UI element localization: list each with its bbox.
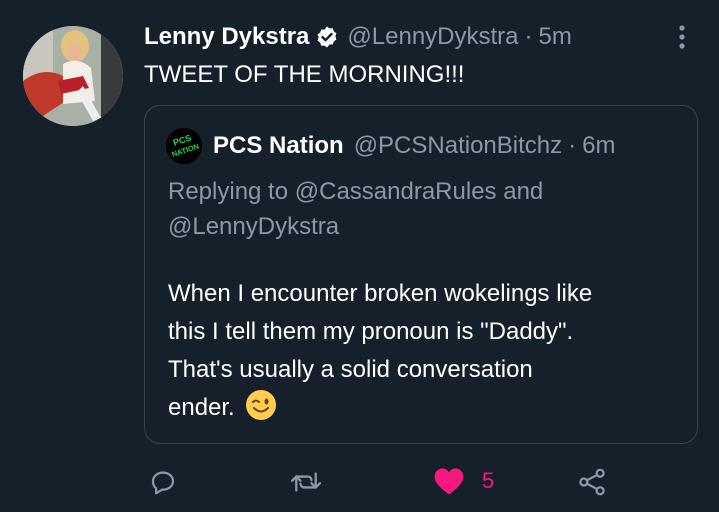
quoted-tweet-header: PCS NATION PCS Nation @PCSNationBitchz ·… [166, 128, 615, 164]
quoted-tweet-text: When I encounter broken wokelings like t… [168, 275, 688, 427]
author-avatar-image [23, 26, 123, 126]
reply-button[interactable] [148, 467, 178, 497]
replying-prefix: Replying to [168, 178, 289, 205]
quoted-author-name[interactable]: PCS Nation [213, 132, 344, 160]
like-count: 5 [482, 468, 495, 493]
tweet-header: Lenny Dykstra @LennyDykstra · 5m [144, 20, 572, 54]
quoted-text-last-line: ender. [168, 389, 688, 427]
replying-to: Replying to @CassandraRules and @LennyDy… [168, 174, 688, 244]
quoted-text-line: this I tell them my pronoun is "Daddy". [168, 318, 574, 345]
quoted-tweet-time[interactable]: 6m [582, 132, 615, 160]
replying-and: and [503, 178, 544, 205]
quoted-author-avatar: PCS NATION [166, 128, 202, 164]
tweet-time[interactable]: 5m [539, 23, 572, 51]
replying-mention-lenny[interactable]: @LennyDykstra [168, 213, 339, 240]
like-button[interactable]: 5 [433, 466, 494, 496]
author-avatar[interactable] [23, 26, 123, 126]
quoted-tweet-card[interactable]: PCS NATION PCS Nation @PCSNationBitchz ·… [144, 105, 698, 444]
quoted-text-line: When I encounter broken wokelings like [168, 280, 593, 307]
separator-dot: · [524, 23, 533, 50]
quoted-avatar-logo: PCS NATION [166, 128, 202, 164]
heart-icon [434, 468, 464, 495]
quoted-text-line: That's usually a solid conversation [168, 356, 533, 383]
share-icon [579, 468, 605, 496]
retweet-icon [290, 472, 322, 492]
quoted-text-line: ender. [168, 394, 235, 421]
replying-mention-cassandra[interactable]: @CassandraRules [295, 178, 497, 205]
author-handle[interactable]: @LennyDykstra [347, 23, 518, 51]
tweet-actions: 5 [0, 463, 719, 503]
verified-badge-icon [318, 26, 337, 48]
author-name[interactable]: Lenny Dykstra [144, 23, 309, 51]
tweet-text: TWEET OF THE MORNING!!! [144, 61, 465, 88]
quoted-separator-dot: · [568, 132, 577, 159]
share-button[interactable] [577, 467, 607, 497]
more-options-icon[interactable] [674, 24, 690, 50]
winking-face-emoji-icon [245, 390, 276, 420]
quoted-author-handle[interactable]: @PCSNationBitchz [354, 132, 562, 160]
retweet-button[interactable] [289, 467, 323, 497]
reply-icon [151, 471, 175, 495]
